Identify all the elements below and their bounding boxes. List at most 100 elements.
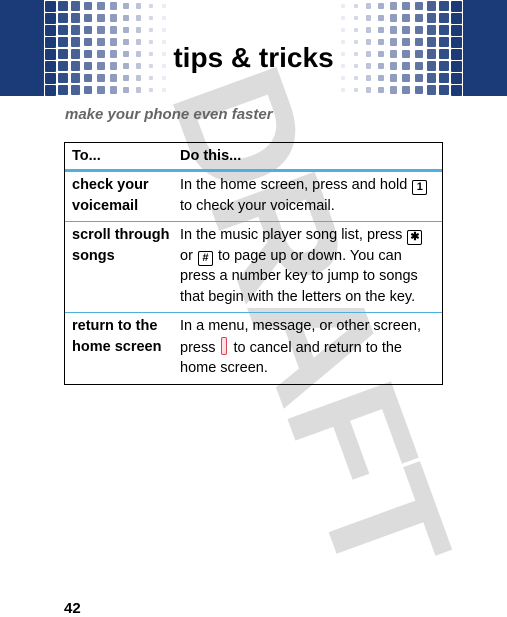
- key-1-icon: 1: [412, 180, 428, 195]
- banner-grid-square: [451, 84, 463, 96]
- banner-grid-square: [57, 84, 68, 96]
- banner-grid-square: [148, 75, 154, 81]
- banner-grid-square: [353, 75, 359, 81]
- banner-grid-square: [135, 27, 142, 33]
- banner-grid-square: [365, 27, 372, 33]
- banner-grid-square: [377, 86, 385, 94]
- banner-grid-square: [44, 0, 56, 12]
- banner-grid-square: [438, 84, 450, 96]
- key-star-icon: ✱: [407, 230, 423, 245]
- page-number: 42: [64, 600, 81, 617]
- banner-grid-square: [414, 73, 424, 83]
- banner-grid-square: [109, 86, 117, 94]
- banner-grid-square: [70, 1, 81, 11]
- banner-grid-square: [353, 15, 359, 21]
- banner-grid-square: [414, 25, 424, 35]
- banner-grid-square: [402, 14, 411, 22]
- row-instructions: In the home screen, press and hold 1 to …: [180, 172, 442, 221]
- instruction-text: to page up or down. You can press a numb…: [180, 247, 418, 305]
- banner-grid-square: [122, 86, 130, 94]
- banner-grid-square: [109, 14, 117, 22]
- banner-grid-square: [365, 3, 372, 9]
- banner-grid-square: [70, 85, 81, 95]
- banner-grid-square: [148, 27, 154, 33]
- banner-grid-square: [341, 4, 346, 8]
- instruction-text: In the home screen, press and hold: [180, 177, 412, 193]
- banner-grid-square: [390, 86, 398, 94]
- banner-grid-square: [109, 74, 117, 82]
- banner-grid-square: [83, 1, 93, 11]
- banner-grid-square: [341, 28, 346, 32]
- banner-grid-square: [341, 16, 346, 20]
- row-task: check your voicemail: [72, 177, 149, 214]
- tips-table: To... Do this... check your voicemail In…: [64, 142, 443, 385]
- banner-grid-square: [390, 14, 398, 22]
- banner-grid-square: [57, 12, 68, 24]
- banner-grid-square: [44, 84, 56, 96]
- banner-grid-square: [438, 24, 450, 36]
- banner-grid-square: [109, 26, 117, 34]
- banner-grid-square: [83, 73, 93, 83]
- banner-grid-square: [122, 2, 130, 10]
- banner-grid-square: [96, 26, 105, 34]
- section-subtitle: make your phone even faster: [65, 106, 273, 123]
- banner-grid-square: [83, 25, 93, 35]
- banner-grid-square: [365, 15, 372, 21]
- banner-grid-square: [148, 3, 154, 9]
- banner-grid-square: [148, 15, 154, 21]
- banner-grid-square: [438, 0, 450, 12]
- banner-grid-square: [135, 15, 142, 21]
- table-row: return to the home screen In a menu, mes…: [65, 313, 442, 384]
- column-header-do: Do this...: [180, 148, 242, 164]
- banner-grid-square: [414, 1, 424, 11]
- banner-grid-square: [135, 75, 142, 81]
- banner-grid-square: [122, 74, 130, 82]
- row-task: scroll through songs: [72, 227, 170, 264]
- banner-grid-square: [438, 72, 450, 84]
- banner-grid-square: [377, 2, 385, 10]
- banner-grid-square: [365, 75, 372, 81]
- banner-grid-square: [414, 13, 424, 23]
- banner-grid-square: [377, 14, 385, 22]
- banner-grid-square: [390, 26, 398, 34]
- banner-grid-square: [451, 0, 463, 12]
- banner-grid-square: [426, 25, 437, 35]
- banner-grid-square: [377, 74, 385, 82]
- banner-grid-square: [70, 25, 81, 35]
- banner-grid-square: [426, 73, 437, 83]
- banner-grid-square: [438, 12, 450, 24]
- banner-grid-square: [341, 76, 346, 80]
- banner-grid-square: [109, 2, 117, 10]
- banner-grid-square: [57, 0, 68, 12]
- banner-grid-square: [402, 2, 411, 10]
- banner-grid-square: [377, 26, 385, 34]
- banner-grid-square: [96, 2, 105, 10]
- column-header-to: To...: [72, 148, 101, 164]
- row-instructions: In a menu, message, or other screen, pre…: [180, 313, 442, 384]
- banner-grid-square: [96, 74, 105, 82]
- banner-grid-square: [353, 27, 359, 33]
- banner-grid-square: [161, 16, 166, 20]
- banner-grid-square: [96, 86, 105, 94]
- banner-grid-square: [148, 87, 154, 93]
- banner-grid-square: [451, 12, 463, 24]
- banner-grid-square: [83, 13, 93, 23]
- banner-grid-square: [44, 72, 56, 84]
- banner-grid-square: [44, 24, 56, 36]
- instruction-text: to check your voicemail.: [180, 197, 335, 214]
- banner-grid-square: [402, 86, 411, 94]
- banner-grid-square: [44, 12, 56, 24]
- table-header-row: To... Do this...: [65, 143, 442, 172]
- banner-grid-square: [451, 24, 463, 36]
- banner-grid-square: [161, 28, 166, 32]
- banner-grid-square: [365, 87, 372, 93]
- banner-grid-square: [414, 85, 424, 95]
- banner-grid-square: [161, 76, 166, 80]
- banner-grid-square: [426, 13, 437, 23]
- instruction-text: or: [180, 247, 197, 264]
- banner-grid-square: [122, 14, 130, 22]
- banner-grid-square: [135, 87, 142, 93]
- banner-grid-square: [341, 88, 346, 92]
- banner-grid-square: [57, 72, 68, 84]
- banner-grid-square: [57, 24, 68, 36]
